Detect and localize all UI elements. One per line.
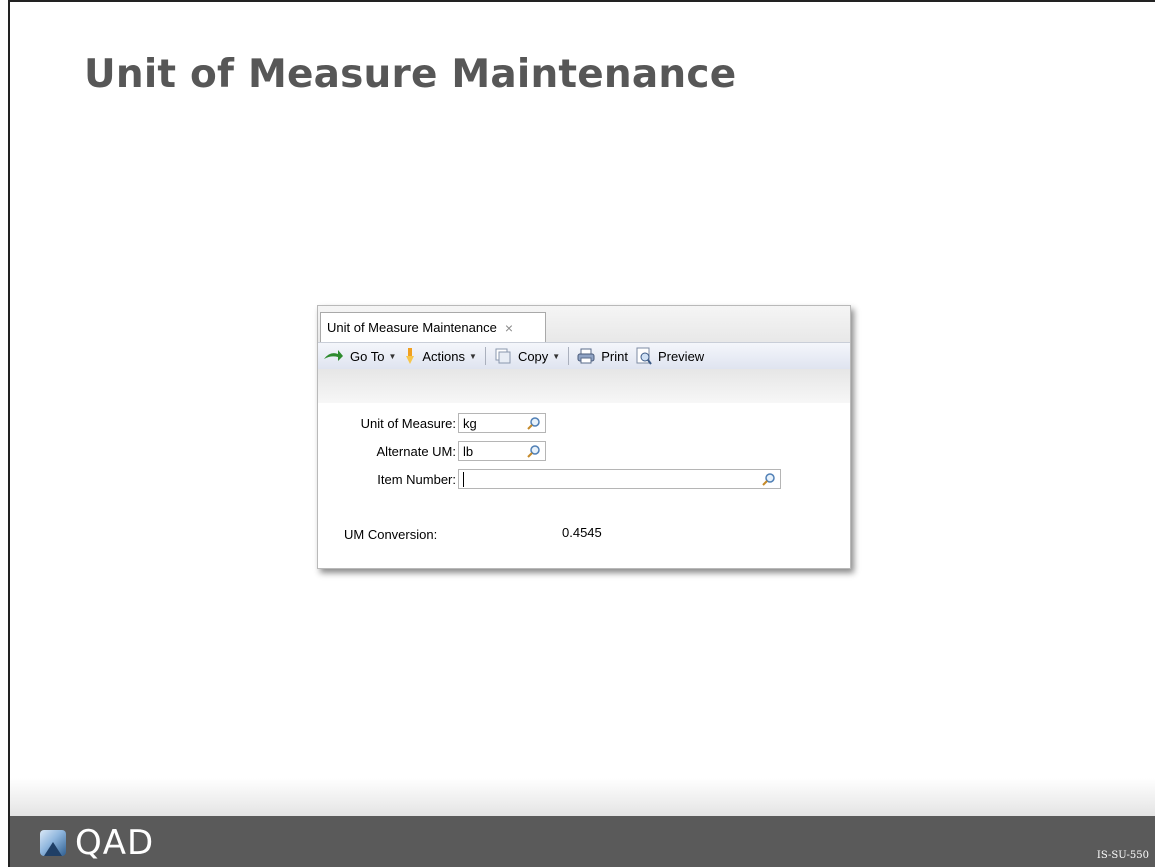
item-number-field[interactable]: [458, 469, 781, 489]
copy-dropdown-icon: ▼: [552, 351, 561, 361]
print-label: Print: [601, 348, 628, 364]
alt-um-label: Alternate UM:: [376, 443, 456, 459]
preview-label: Preview: [657, 348, 705, 364]
qad-logo: QAD: [40, 826, 154, 860]
toolbar: Go To ▼ Actions ▼ Copy ▼ Print Preview: [318, 342, 850, 370]
actions-button[interactable]: Actions ▼: [404, 347, 477, 365]
goto-button[interactable]: Go To ▼: [322, 349, 396, 364]
toolbar-separator: [484, 347, 486, 365]
print-icon: [577, 348, 595, 364]
copy-icon: [495, 348, 511, 364]
alt-um-field[interactable]: lb: [458, 441, 546, 461]
tab-label: Unit of Measure Maintenance: [327, 320, 497, 335]
alt-um-value: lb: [463, 443, 474, 459]
actions-dropdown-icon: ▼: [469, 351, 477, 361]
copy-label: Copy: [517, 348, 549, 364]
actions-label: Actions: [422, 348, 466, 364]
preview-icon: [636, 347, 652, 365]
actions-icon: [406, 348, 415, 364]
qad-logo-text: QAD: [75, 823, 155, 863]
item-number-value: [463, 471, 464, 487]
item-number-label: Item Number:: [377, 471, 456, 487]
footer-fade: [10, 778, 1155, 816]
footer-bar: [10, 816, 1155, 867]
uom-row: Unit of Measure: kg: [318, 413, 546, 433]
preview-button[interactable]: Preview: [636, 347, 704, 365]
uom-value: kg: [463, 415, 477, 431]
toolbar-separator: [568, 347, 570, 365]
header-band: [318, 369, 850, 403]
goto-dropdown-icon: ▼: [388, 351, 397, 361]
close-icon[interactable]: ×: [505, 320, 513, 336]
uom-label: Unit of Measure:: [360, 415, 456, 431]
um-conversion-label: UM Conversion:: [344, 527, 438, 542]
item-number-row: Item Number:: [318, 469, 781, 489]
app-window: Unit of Measure Maintenance × Go To ▼ Ac…: [317, 305, 851, 569]
tab-strip: Unit of Measure Maintenance ×: [318, 306, 850, 342]
alt-um-row: Alternate UM: lb: [318, 441, 546, 461]
print-button[interactable]: Print: [577, 348, 628, 364]
uom-field[interactable]: kg: [458, 413, 546, 433]
goto-arrow-icon: [324, 350, 343, 361]
magnifier-icon[interactable]: [527, 444, 541, 458]
slide-title: Unit of Measure Maintenance: [84, 52, 737, 97]
tab-uom-maintenance[interactable]: Unit of Measure Maintenance ×: [320, 312, 546, 342]
goto-label: Go To: [350, 348, 385, 364]
qad-logo-mark-icon: [40, 830, 66, 856]
um-conversion-value: 0.4545: [562, 525, 602, 540]
copy-button[interactable]: Copy ▼: [494, 348, 560, 364]
slide-code: IS-SU-550: [1096, 850, 1149, 861]
magnifier-icon[interactable]: [527, 416, 541, 430]
magnifier-icon[interactable]: [762, 472, 776, 486]
